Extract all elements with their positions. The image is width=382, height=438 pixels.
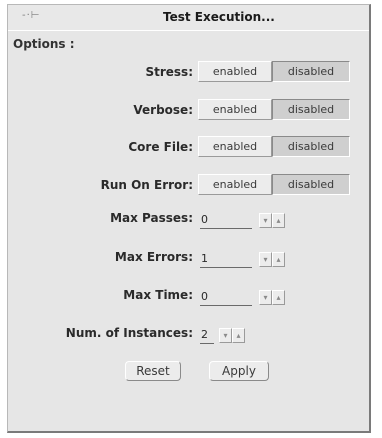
run-on-error-disabled-option[interactable]: disabled (272, 174, 350, 195)
num-instances-input[interactable]: 2 (201, 328, 208, 341)
stress-toggle: enabled disabled (198, 61, 350, 82)
verbose-enabled-option[interactable]: enabled (198, 99, 272, 120)
max-passes-input-underline (200, 228, 252, 229)
max-time-label: Max Time: (123, 288, 193, 302)
max-errors-label: Max Errors: (114, 250, 193, 264)
max-errors-increment-icon[interactable]: ▴ (272, 252, 285, 267)
run-on-error-label: Run On Error: (100, 178, 193, 192)
num-instances-input-underline (200, 343, 214, 344)
stress-disabled-option[interactable]: disabled (272, 61, 350, 82)
run-on-error-enabled-option[interactable]: enabled (198, 174, 272, 195)
num-instances-stepper: ▾ ▴ (219, 328, 245, 343)
core-file-toggle: enabled disabled (198, 136, 350, 157)
reset-button[interactable]: Reset (125, 361, 181, 381)
verbose-label: Verbose: (133, 103, 193, 117)
num-instances-increment-icon[interactable]: ▴ (232, 328, 245, 343)
run-on-error-toggle: enabled disabled (198, 174, 350, 195)
test-execution-window: -·⊢ Test Execution... Options : Stress: … (7, 4, 371, 433)
max-errors-input[interactable]: 1 (201, 252, 208, 265)
max-time-decrement-icon[interactable]: ▾ (259, 290, 272, 305)
num-instances-label: Num. of Instances: (65, 326, 193, 340)
max-errors-decrement-icon[interactable]: ▾ (259, 252, 272, 267)
title-divider (8, 30, 369, 31)
max-passes-increment-icon[interactable]: ▴ (272, 213, 285, 228)
core-file-enabled-option[interactable]: enabled (198, 136, 272, 157)
options-heading: Options : (13, 37, 75, 51)
verbose-toggle: enabled disabled (198, 99, 350, 120)
max-time-stepper: ▾ ▴ (259, 290, 285, 305)
core-file-label: Core File: (128, 140, 193, 154)
title-bar[interactable]: -·⊢ Test Execution... (8, 5, 369, 31)
max-passes-input[interactable]: 0 (201, 213, 208, 226)
max-errors-input-underline (200, 267, 252, 268)
max-time-input-underline (200, 305, 252, 306)
stress-label: Stress: (145, 65, 193, 79)
stress-enabled-option[interactable]: enabled (198, 61, 272, 82)
window-menu-icon[interactable]: -·⊢ (22, 10, 41, 21)
max-passes-stepper: ▾ ▴ (259, 213, 285, 228)
core-file-disabled-option[interactable]: disabled (272, 136, 350, 157)
max-time-input[interactable]: 0 (201, 290, 208, 303)
max-errors-stepper: ▾ ▴ (259, 252, 285, 267)
max-passes-decrement-icon[interactable]: ▾ (259, 213, 272, 228)
apply-button[interactable]: Apply (209, 361, 269, 381)
verbose-disabled-option[interactable]: disabled (272, 99, 350, 120)
window-title: Test Execution... (163, 10, 275, 24)
max-time-increment-icon[interactable]: ▴ (272, 290, 285, 305)
num-instances-decrement-icon[interactable]: ▾ (219, 328, 232, 343)
max-passes-label: Max Passes: (110, 211, 193, 225)
